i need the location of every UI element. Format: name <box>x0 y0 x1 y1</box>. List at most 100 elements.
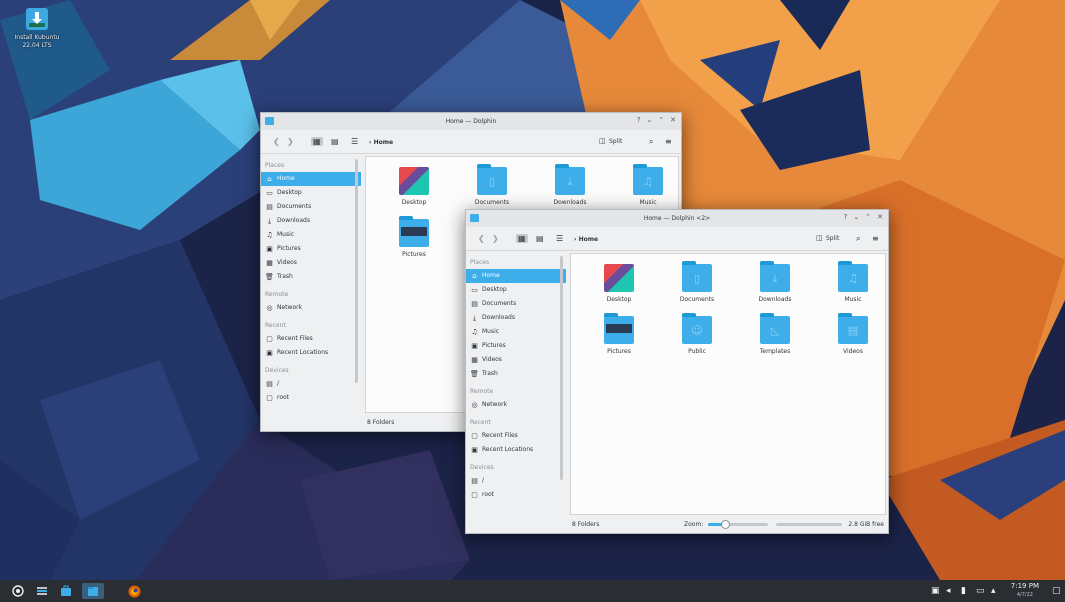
details-view-icon[interactable]: ☰ <box>556 234 563 243</box>
clipboard-icon[interactable]: ▣ <box>931 586 940 596</box>
discover-icon[interactable] <box>58 583 74 599</box>
place-videos[interactable]: ▦ Videos <box>261 256 361 270</box>
details-view-icon[interactable]: ☰ <box>351 137 358 146</box>
place-home[interactable]: ⌂ Home <box>261 172 361 186</box>
devices-heading: Devices <box>470 464 494 471</box>
folder-desktop[interactable]: Desktop <box>384 167 444 206</box>
place-downloads[interactable]: ⤓ Downloads <box>466 311 566 325</box>
network-tray-icon[interactable]: ▭ <box>976 586 985 596</box>
breadcrumb[interactable]: › Home <box>369 139 393 146</box>
help-button[interactable]: ? <box>844 213 848 221</box>
hamburger-menu-icon[interactable]: ≡ <box>665 137 672 146</box>
search-icon[interactable]: ⌕ <box>856 234 860 244</box>
split-button[interactable]: Split <box>609 138 622 145</box>
folder-desktop[interactable]: Desktop <box>589 264 649 303</box>
back-icon[interactable]: ❮ <box>478 234 485 243</box>
place-home[interactable]: ⌂ Home <box>466 269 566 283</box>
place-recent-files[interactable]: ▢ Recent Files <box>261 332 361 346</box>
window-titlebar[interactable]: Home — Dolphin <2> ? ⌄ ⌃ ✕ <box>466 210 888 227</box>
install-kubuntu-desktop-icon[interactable]: Install Kubuntu 22.04 LTS <box>6 8 68 50</box>
show-desktop-icon[interactable]: ▢ <box>1052 586 1061 596</box>
compact-view-icon[interactable]: ▤ <box>536 234 544 243</box>
place-recent-files[interactable]: ▢ Recent Files <box>466 429 566 443</box>
device-root[interactable]: ▢ root <box>261 391 361 405</box>
maximize-button[interactable]: ⌃ <box>865 213 871 221</box>
music-folder-icon: ♫ <box>633 164 663 195</box>
split-button[interactable]: Split <box>826 235 839 242</box>
minimize-button[interactable]: ⌄ <box>646 116 652 124</box>
folder-documents[interactable]: ▯ Documents <box>462 164 522 206</box>
search-icon[interactable]: ⌕ <box>649 137 653 147</box>
dolphin-window-front[interactable]: Home — Dolphin <2> ? ⌄ ⌃ ✕ ❮ ❯ ▦ ▤ ☰ › H… <box>465 209 889 534</box>
place-network[interactable]: ◎ Network <box>261 301 361 315</box>
breadcrumb[interactable]: › Home <box>574 236 598 243</box>
place-trash[interactable]: 🗑 Trash <box>466 367 566 381</box>
devices-heading: Devices <box>265 367 289 374</box>
zoom-slider-handle[interactable] <box>721 520 730 529</box>
pictures-folder-icon <box>604 313 634 344</box>
folder-pictures[interactable]: Pictures <box>384 216 444 258</box>
clock[interactable]: 7:19 PM 4/7/22 <box>1011 582 1039 600</box>
help-button[interactable]: ? <box>637 116 641 124</box>
downloads-icon: ⤓ <box>267 217 272 225</box>
zoom-label: Zoom: <box>684 521 704 528</box>
folder-templates[interactable]: ◺ Templates <box>745 313 805 355</box>
sidebar-scrollbar[interactable] <box>355 159 358 383</box>
application-launcher-icon[interactable] <box>10 583 26 599</box>
hamburger-menu-icon[interactable]: ≡ <box>872 234 879 243</box>
maximize-button[interactable]: ⌃ <box>658 116 664 124</box>
place-recent-locations[interactable]: ▣ Recent Locations <box>466 443 566 457</box>
place-documents[interactable]: ▤ Documents <box>466 297 566 311</box>
downloads-folder-icon: ⤓ <box>555 164 585 195</box>
split-icon[interactable]: ◫ <box>816 234 823 242</box>
icons-view-icon[interactable]: ▦ <box>516 234 528 243</box>
place-network[interactable]: ◎ Network <box>466 398 566 412</box>
minimize-button[interactable]: ⌄ <box>853 213 859 221</box>
device-root-fs[interactable]: ▤ / <box>261 377 361 391</box>
icons-view-icon[interactable]: ▦ <box>311 137 323 146</box>
device-root[interactable]: ▢ root <box>466 488 566 502</box>
place-pictures[interactable]: ▣ Pictures <box>261 242 361 256</box>
firefox-icon[interactable] <box>126 583 142 599</box>
tray-expand-icon[interactable]: ▴ <box>991 586 996 596</box>
back-icon[interactable]: ❮ <box>273 137 280 146</box>
place-music[interactable]: ♫ Music <box>466 325 566 339</box>
folder-downloads[interactable]: ⤓ Downloads <box>540 164 600 206</box>
folder-documents[interactable]: ▯ Documents <box>667 261 727 303</box>
compact-view-icon[interactable]: ▤ <box>331 137 339 146</box>
place-documents[interactable]: ▤ Documents <box>261 200 361 214</box>
music-icon: ♫ <box>266 231 273 239</box>
forward-icon[interactable]: ❯ <box>287 137 294 146</box>
place-recent-locations[interactable]: ▣ Recent Locations <box>261 346 361 360</box>
place-desktop[interactable]: ▭ Desktop <box>261 186 361 200</box>
place-music[interactable]: ♫ Music <box>261 228 361 242</box>
folder-public[interactable]: ☺ Public <box>667 313 727 355</box>
place-downloads[interactable]: ⤓ Downloads <box>261 214 361 228</box>
battery-icon[interactable]: ▮ <box>961 586 966 596</box>
folder-music[interactable]: ♫ Music <box>618 164 678 206</box>
place-trash[interactable]: 🗑 Trash <box>261 270 361 284</box>
volume-icon[interactable]: ◂ <box>946 586 951 596</box>
split-icon[interactable]: ◫ <box>599 137 606 145</box>
dolphin-taskbar-icon[interactable] <box>82 583 104 599</box>
device-root-fs[interactable]: ▤ / <box>466 474 566 488</box>
window-title: Home — Dolphin <2> <box>643 215 711 222</box>
forward-icon[interactable]: ❯ <box>492 234 499 243</box>
close-button[interactable]: ✕ <box>877 213 883 221</box>
close-button[interactable]: ✕ <box>670 116 676 124</box>
folder-music[interactable]: ♫ Music <box>823 261 883 303</box>
folder-pictures[interactable]: Pictures <box>589 313 649 355</box>
sidebar-scrollbar[interactable] <box>560 256 563 480</box>
window-titlebar[interactable]: Home — Dolphin ? ⌄ ⌃ ✕ <box>261 113 681 130</box>
trash-icon: 🗑 <box>470 370 479 378</box>
folder-videos[interactable]: ▤ Videos <box>823 313 883 355</box>
system-settings-icon[interactable] <box>34 583 50 599</box>
place-videos[interactable]: ▦ Videos <box>466 353 566 367</box>
folder-downloads[interactable]: ⤓ Downloads <box>745 261 805 303</box>
file-view[interactable]: Desktop ▯ Documents ⤓ Downloads ♫ Music … <box>570 253 886 515</box>
recent-heading: Recent <box>470 419 491 426</box>
place-pictures[interactable]: ▣ Pictures <box>466 339 566 353</box>
drive-icon: ▢ <box>471 491 478 499</box>
place-desktop[interactable]: ▭ Desktop <box>466 283 566 297</box>
zoom-slider[interactable] <box>708 520 768 529</box>
